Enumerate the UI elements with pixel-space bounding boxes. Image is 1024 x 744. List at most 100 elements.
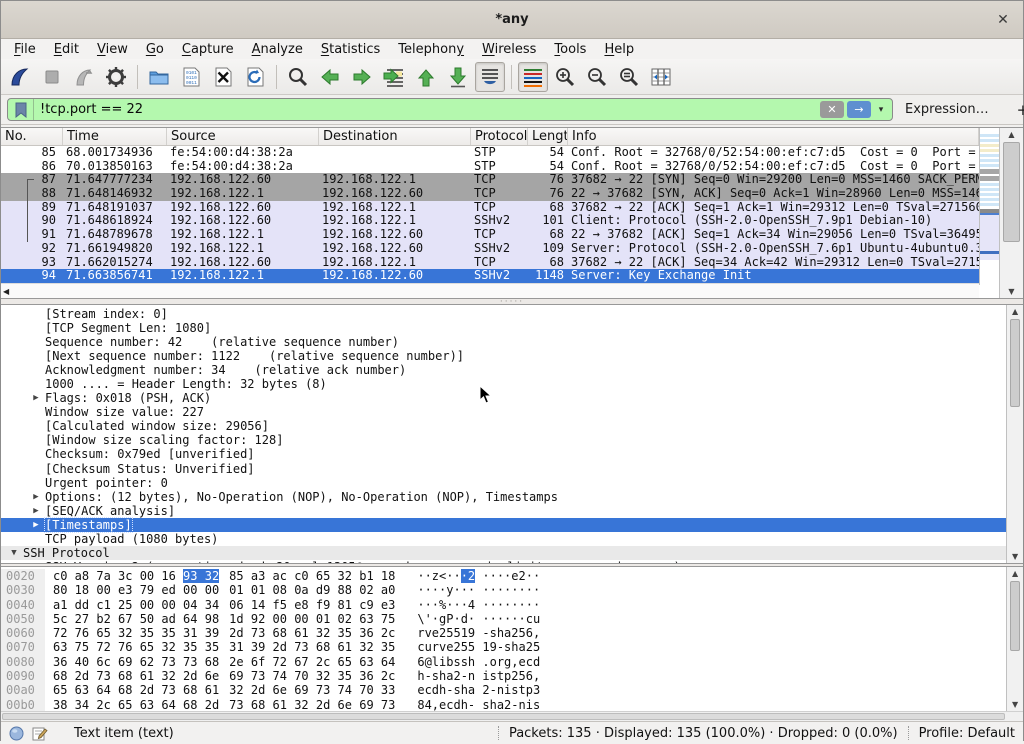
hex-row-0090[interactable]: 009068 2d 73 68 61 32 2d 6e69 73 74 70 3… [1,669,1006,683]
selected-bytes[interactable]: 93 32 [183,569,219,583]
colorize-button[interactable] [518,62,548,92]
packet-list-vscrollbar[interactable]: ▲ ▼ [999,128,1023,298]
find-packet-button[interactable] [283,62,313,92]
hex-bytes[interactable]: 69 73 74 70 32 35 36 2c [229,669,395,683]
hex-row-0020[interactable]: 0020c0 a8 7a 3c 00 16 93 3285 a3 ac c0 6… [1,569,1006,583]
detail-line[interactable]: ▼SSH Protocol [1,546,1006,560]
title-bar[interactable]: *any ✕ [1,1,1023,39]
zoom-reset-button[interactable] [614,62,644,92]
detail-line[interactable]: 1000 .... = Header Length: 32 bytes (8) [1,377,1006,391]
restart-capture-button[interactable] [69,62,99,92]
hex-bytes[interactable]: c0 a8 7a 3c 00 16 93 32 [45,569,219,583]
selected-ascii[interactable]: ·2 [461,569,475,583]
pane-splitter[interactable]: ····· [1,299,1023,304]
detail-line[interactable]: ▶Flags: 0x018 (PSH, ACK) [1,391,1006,405]
hex-bytes[interactable]: 2d 73 68 61 32 35 36 2c [229,626,395,640]
expert-info-icon[interactable] [9,726,24,741]
hex-bytes[interactable]: 38 34 2c 65 63 64 68 2d [45,698,219,711]
detail-line[interactable]: Checksum: 0x79ed [unverified] [1,447,1006,461]
hex-row-00a0[interactable]: 00a065 63 64 68 2d 73 68 6132 2d 6e 69 7… [1,683,1006,697]
go-to-packet-button[interactable] [379,62,409,92]
packet-row-93[interactable]: 9371.662015274192.168.122.60192.168.122.… [1,256,979,270]
scroll-left-icon[interactable]: ◀ [3,287,9,296]
hex-bytes[interactable]: 06 14 f5 e8 f9 81 c9 e3 [229,598,395,612]
open-file-button[interactable] [144,62,174,92]
display-filter-input[interactable]: !tcp.port == 22 ✕ → ▾ [7,98,893,121]
detail-line[interactable]: ▶Options: (12 bytes), No-Operation (NOP)… [1,490,1006,504]
detail-line[interactable]: TCP payload (1080 bytes) [1,532,1006,546]
hex-bytes[interactable]: 80 18 00 e3 79 ed 00 00 [45,583,219,597]
packet-list-hscrollbar[interactable]: ◀ [1,283,979,298]
menu-statistics[interactable]: Statistics [312,41,389,58]
scroll-down-icon[interactable]: ▼ [1007,700,1023,709]
hex-bytes[interactable]: 31 39 2d 73 68 61 32 35 [229,640,395,654]
menu-tools[interactable]: Tools [545,41,595,58]
column-header-source[interactable]: Source [167,128,319,145]
hex-bytes[interactable]: 36 40 6c 69 62 73 73 68 [45,655,219,669]
column-header-destination[interactable]: Destination [319,128,471,145]
menu-analyze[interactable]: Analyze [243,41,312,58]
column-header-info[interactable]: Info [568,128,979,145]
hex-bytes[interactable]: 73 68 61 32 2d 6e 69 73 [229,698,395,711]
hex-bytes[interactable]: 85 a3 ac c0 65 32 b1 18 [229,569,395,583]
detail-line[interactable]: ▶[SEQ/ACK analysis] [1,504,1006,518]
hex-vscrollbar[interactable]: ▲ ▼ [1006,567,1023,711]
expand-arrow-icon[interactable]: ▶ [27,518,45,532]
menu-capture[interactable]: Capture [173,41,243,58]
packet-row-85[interactable]: 8568.001734936fe:54:00:d4:38:2aSTP54Conf… [1,146,979,160]
expression-button[interactable]: Expression… [905,102,989,117]
packet-row-88[interactable]: 8871.648146932192.168.122.1192.168.122.6… [1,187,979,201]
detail-line[interactable]: ▶SSH Version 2 (encryption:chacha20-poly… [1,560,1006,563]
hex-row-0040[interactable]: 0040a1 dd c1 25 00 00 04 3406 14 f5 e8 f… [1,598,1006,612]
auto-scroll-button[interactable] [475,62,505,92]
hex-bytes[interactable]: 63 75 72 76 65 32 35 35 [45,640,219,654]
intelligent-scrollbar-minimap[interactable] [979,128,999,285]
packet-row-89[interactable]: 8971.648191037192.168.122.60192.168.122.… [1,201,979,215]
hex-bytes[interactable]: 2e 6f 72 67 2c 65 63 64 [229,655,395,669]
filter-clear-button[interactable]: ✕ [820,101,844,118]
scrollbar-thumb[interactable] [2,713,1005,720]
detail-line[interactable]: [Stream index: 0] [1,307,1006,321]
capture-comment-icon[interactable] [32,726,48,741]
ascii-bytes[interactable]: h-sha2-n istp256, [395,669,540,683]
detail-line[interactable]: [Checksum Status: Unverified] [1,462,1006,476]
scrollbar-thumb[interactable] [1003,142,1020,242]
save-file-button[interactable]: 010101100011 [176,62,206,92]
packet-row-90[interactable]: 9071.648618924192.168.122.60192.168.122.… [1,214,979,228]
filter-bookmark-button[interactable] [8,99,34,120]
detail-line[interactable]: Urgent pointer: 0 [1,476,1006,490]
detail-vscrollbar[interactable]: ▲ ▼ [1006,305,1023,563]
zoom-out-button[interactable] [582,62,612,92]
hex-hscrollbar[interactable] [1,711,1023,721]
go-forward-button[interactable] [347,62,377,92]
menu-file[interactable]: File [5,41,45,58]
scroll-down-icon[interactable]: ▼ [1000,287,1023,296]
hex-bytes[interactable]: 1d 92 00 00 01 02 63 75 [229,612,395,626]
packet-row-91[interactable]: 9171.648789678192.168.122.1192.168.122.6… [1,228,979,242]
hex-bytes[interactable]: 68 2d 73 68 61 32 2d 6e [45,669,219,683]
column-header-length[interactable]: Length [528,128,568,145]
scroll-up-icon[interactable]: ▲ [1007,569,1023,578]
add-filter-button[interactable]: + [1009,101,1024,119]
menu-edit[interactable]: Edit [45,41,88,58]
stop-capture-button[interactable] [37,62,67,92]
detail-line[interactable]: [Window size scaling factor: 128] [1,433,1006,447]
splitter-handle[interactable]: ····· [500,300,524,304]
detail-line[interactable]: Sequence number: 42 (relative sequence n… [1,335,1006,349]
menu-telephony[interactable]: Telephony [389,41,473,58]
zoom-in-button[interactable] [550,62,580,92]
expand-arrow-icon[interactable]: ▶ [27,504,45,518]
ascii-bytes[interactable]: 6@libssh .org,ecd [395,655,540,669]
hex-row-0070[interactable]: 007063 75 72 76 65 32 35 3531 39 2d 73 6… [1,640,1006,654]
go-last-button[interactable] [443,62,473,92]
ascii-bytes[interactable]: ecdh-sha 2-nistp3 [395,683,540,697]
ascii-bytes[interactable]: ··z<···2 ····e2·· [395,569,540,583]
expand-arrow-icon[interactable]: ▼ [5,546,23,560]
menu-go[interactable]: Go [137,41,173,58]
start-capture-button[interactable] [5,62,35,92]
expand-arrow-icon[interactable]: ▶ [27,560,45,563]
column-header-no[interactable]: No. [1,128,63,145]
expand-arrow-icon[interactable]: ▶ [27,391,45,405]
hex-bytes[interactable]: 72 76 65 32 35 35 31 39 [45,626,219,640]
menu-help[interactable]: Help [595,41,643,58]
